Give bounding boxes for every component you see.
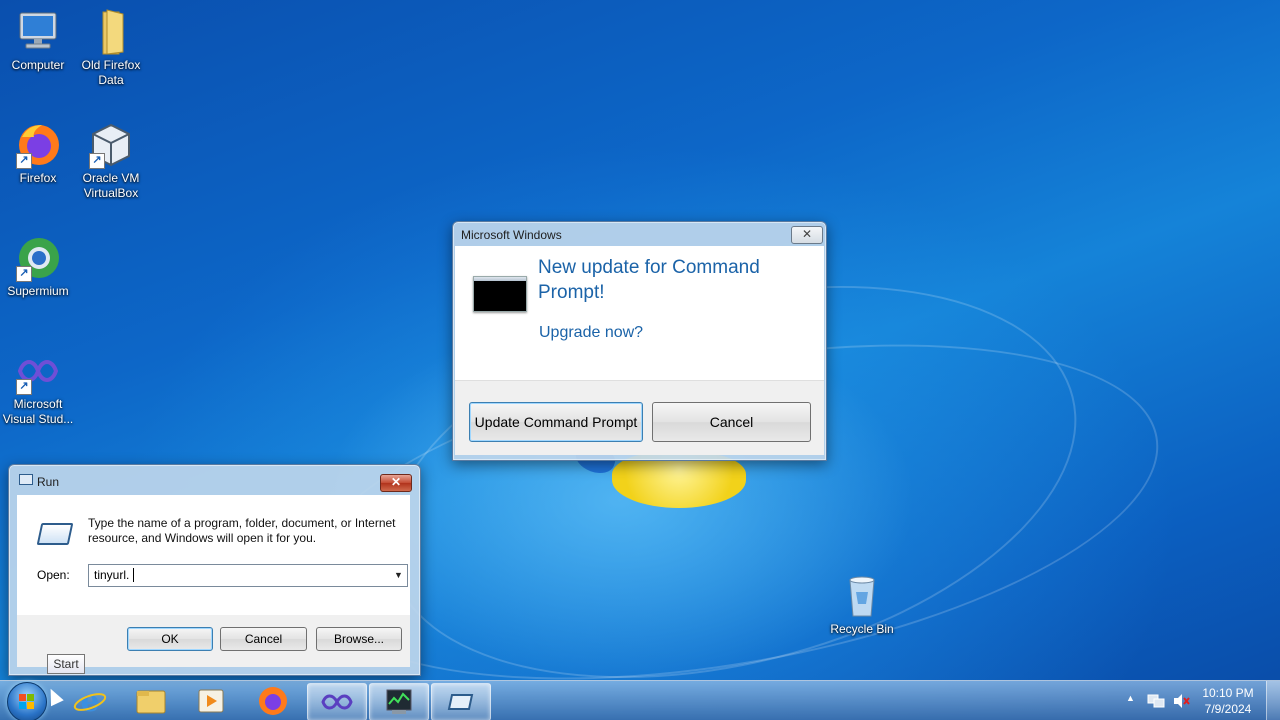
upgrade-now-link[interactable]: Upgrade now? bbox=[539, 324, 643, 342]
desktop-icon-label: Firefox bbox=[19, 171, 57, 185]
text-cursor bbox=[133, 568, 134, 582]
clock-time: 10:10 PM bbox=[1202, 686, 1254, 700]
shortcut-arrow-icon: ↗ bbox=[16, 266, 32, 282]
desktop-icon-label: Microsoft Visual Stud... bbox=[2, 397, 74, 426]
firefox-icon bbox=[259, 687, 287, 715]
media-player-icon bbox=[198, 689, 224, 713]
visual-studio-icon bbox=[321, 694, 353, 710]
run-title-icon bbox=[19, 474, 33, 485]
run-cancel-button[interactable]: Cancel bbox=[220, 627, 307, 651]
update-dialog-content: New update for Command Prompt! Upgrade n… bbox=[455, 246, 824, 380]
shortcut-arrow-icon: ↗ bbox=[89, 153, 105, 169]
folder-icon bbox=[87, 8, 135, 56]
command-prompt-icon bbox=[473, 276, 527, 312]
desktop-icon-supermium[interactable]: ↗ Supermium bbox=[0, 234, 76, 299]
shortcut-arrow-icon: ↗ bbox=[16, 379, 32, 395]
ok-button[interactable]: OK bbox=[127, 627, 213, 651]
chevron-down-icon[interactable]: ▼ bbox=[390, 565, 407, 586]
start-tooltip: Start bbox=[47, 654, 85, 674]
run-dialog: Run ✕ Type the name of a program, folder… bbox=[8, 464, 421, 676]
run-icon bbox=[447, 694, 474, 710]
volume-muted-icon[interactable] bbox=[1172, 693, 1190, 712]
desktop: Computer Old Firefox Data ↗ Firefox ↗ Or… bbox=[0, 0, 1280, 720]
run-dialog-content: Type the name of a program, folder, docu… bbox=[17, 495, 410, 667]
taskbar-file-explorer[interactable] bbox=[122, 683, 180, 719]
recycle-bin-icon bbox=[838, 572, 886, 620]
desktop-icon-old-firefox-data[interactable]: Old Firefox Data bbox=[73, 8, 149, 88]
desktop-icon-firefox[interactable]: ↗ Firefox bbox=[0, 121, 76, 186]
file-explorer-icon bbox=[136, 690, 166, 714]
show-hidden-icons-button[interactable]: ▲ bbox=[1126, 693, 1135, 703]
run-dialog-title: Run bbox=[37, 475, 60, 489]
browse-button[interactable]: Browse... bbox=[316, 627, 402, 651]
taskbar-visual-studio[interactable] bbox=[307, 683, 367, 720]
update-dialog-footer: Update Command Prompt Cancel bbox=[455, 380, 824, 455]
desktop-icon-label: Computer bbox=[11, 58, 65, 72]
desktop-icon-recycle-bin[interactable]: Recycle Bin bbox=[824, 572, 900, 637]
update-dialog-title: Microsoft Windows bbox=[461, 228, 562, 242]
run-icon bbox=[36, 523, 74, 545]
taskbar-run[interactable] bbox=[431, 683, 491, 720]
windows-logo-icon bbox=[19, 694, 35, 710]
visual-studio-icon: ↗ bbox=[14, 347, 62, 395]
taskbar-internet-explorer[interactable]: e bbox=[61, 683, 119, 719]
run-description: Type the name of a program, folder, docu… bbox=[88, 516, 396, 545]
desktop-icon-label: Supermium bbox=[7, 284, 69, 298]
show-desktop-button[interactable] bbox=[1266, 681, 1280, 720]
internet-explorer-icon: e bbox=[73, 684, 107, 719]
desktop-icon-computer[interactable]: Computer bbox=[0, 8, 76, 73]
taskbar-media-player[interactable] bbox=[182, 683, 240, 719]
update-command-prompt-button[interactable]: Update Command Prompt bbox=[469, 402, 643, 442]
task-manager-icon bbox=[386, 689, 412, 714]
clock-date: 7/9/2024 bbox=[1204, 702, 1252, 716]
shortcut-arrow-icon: ↗ bbox=[16, 153, 32, 169]
taskbar-firefox[interactable] bbox=[244, 683, 302, 719]
computer-icon bbox=[14, 8, 62, 56]
virtualbox-icon: ↗ bbox=[87, 121, 135, 169]
supermium-icon: ↗ bbox=[14, 234, 62, 282]
update-heading: New update for Command Prompt! bbox=[538, 257, 760, 303]
taskbar: e ▲ 10:10 PM 7/9/2024 bbox=[0, 680, 1280, 720]
start-button[interactable] bbox=[7, 682, 47, 720]
open-input-value: tinyurl. bbox=[94, 568, 130, 582]
svg-text:e: e bbox=[80, 684, 99, 719]
desktop-icon-label: Oracle VM VirtualBox bbox=[82, 171, 140, 200]
desktop-icon-oracle-vm-virtualbox[interactable]: ↗ Oracle VM VirtualBox bbox=[73, 121, 149, 201]
open-input[interactable]: tinyurl. ▼ bbox=[88, 564, 408, 587]
desktop-icon-label: Recycle Bin bbox=[830, 622, 894, 636]
update-cancel-button[interactable]: Cancel bbox=[652, 402, 811, 442]
tray-clock[interactable]: 10:10 PM 7/9/2024 bbox=[1198, 685, 1258, 717]
firefox-icon: ↗ bbox=[14, 121, 62, 169]
desktop-icon-visual-studio[interactable]: ↗ Microsoft Visual Stud... bbox=[0, 347, 76, 427]
update-dialog-close-button[interactable]: ✕ bbox=[791, 226, 823, 244]
update-dialog: Microsoft Windows ✕ New update for Comma… bbox=[452, 221, 827, 461]
desktop-icon-label: Old Firefox Data bbox=[81, 58, 141, 87]
taskbar-task-manager[interactable] bbox=[369, 683, 429, 720]
run-dialog-close-button[interactable]: ✕ bbox=[380, 474, 412, 492]
network-icon[interactable] bbox=[1147, 693, 1165, 712]
open-label: Open: bbox=[37, 568, 70, 582]
